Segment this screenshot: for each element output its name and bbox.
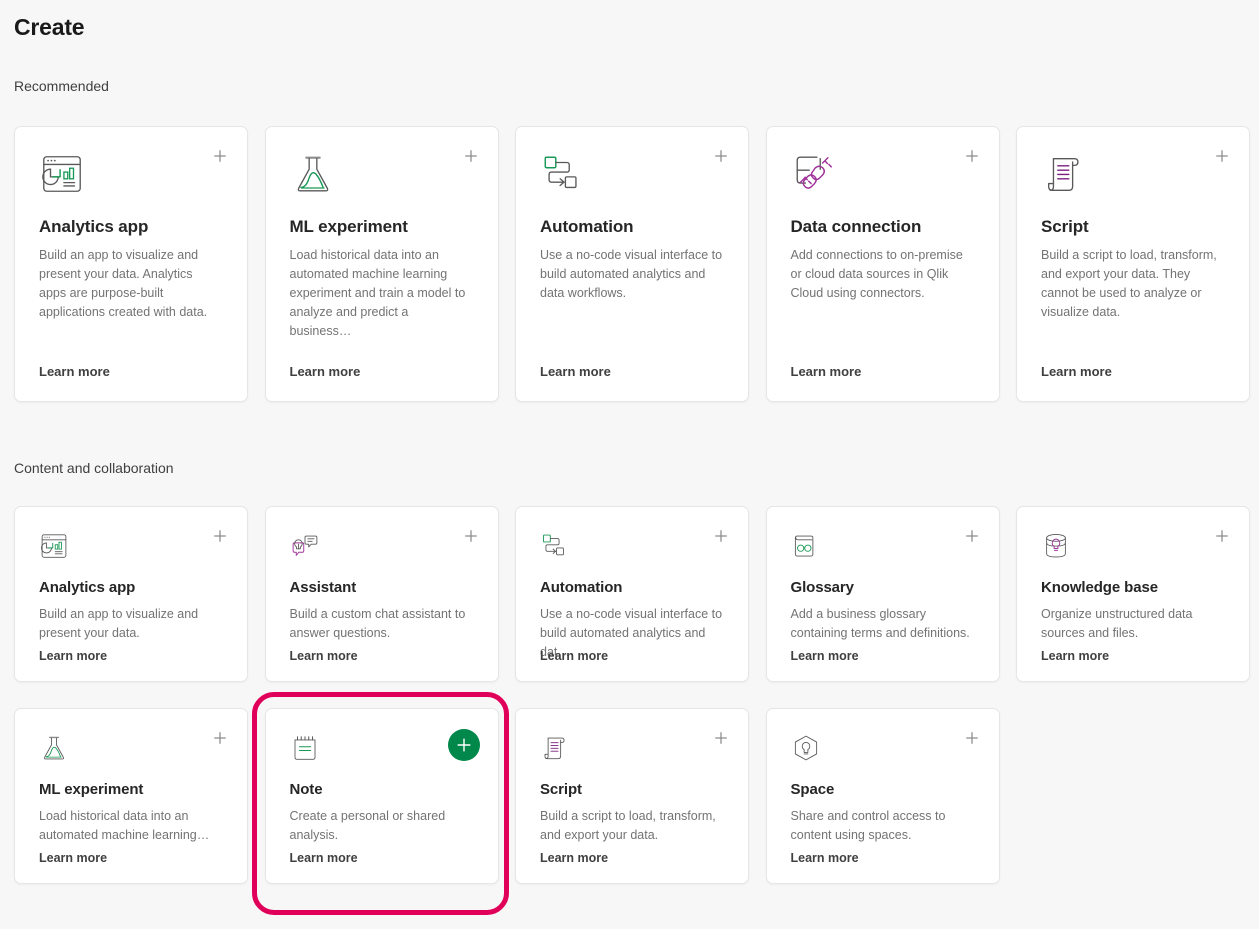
card-description: Build an app to visualize and present yo…: [39, 248, 208, 319]
card-title: Script: [1041, 217, 1089, 236]
card-description: Share and control access to content usin…: [790, 809, 946, 842]
card-grid-content-row-2: ML experiment Load historical data into a…: [14, 708, 1000, 884]
automation-icon: [540, 151, 724, 197]
add-glossary-button[interactable]: [961, 525, 983, 547]
add-data-connection-button[interactable]: [961, 145, 983, 167]
knowledge-base-icon: [1041, 531, 1225, 561]
add-analytics-app-button[interactable]: [209, 525, 231, 547]
create-card-automation[interactable]: Automation Use a no-code visual interface…: [515, 506, 749, 682]
analytics-app-icon: [39, 531, 223, 561]
card-title: Note: [289, 781, 323, 798]
learn-more-link[interactable]: Learn more: [290, 851, 358, 865]
card-title: Analytics app: [39, 579, 136, 596]
card-title: ML experiment: [39, 781, 144, 798]
create-card-script[interactable]: Script Build a script to load, transform,…: [1016, 126, 1250, 402]
create-card-ml-experiment[interactable]: ML experiment Load historical data into a…: [14, 708, 248, 884]
learn-more-link[interactable]: Learn more: [39, 851, 107, 865]
script-icon: [540, 733, 724, 763]
create-card-ml-experiment[interactable]: ML experiment Load historical data into a…: [264, 126, 499, 402]
learn-more-link[interactable]: Learn more: [540, 851, 608, 865]
data-connection-icon: [791, 151, 975, 197]
learn-more-link[interactable]: Learn more: [540, 649, 608, 663]
card-title: Space: [790, 781, 835, 798]
card-grid-recommended: Analytics app Build an app to visualize a…: [14, 126, 1250, 402]
space-icon: [791, 733, 975, 763]
add-script-button[interactable]: [1211, 145, 1233, 167]
learn-more-link[interactable]: Learn more: [791, 649, 859, 663]
create-card-assistant[interactable]: Assistant Build a custom chat assistant t…: [264, 506, 499, 682]
page-title: Create: [14, 14, 85, 40]
card-title: Knowledge base: [1041, 579, 1158, 596]
glossary-icon: [791, 531, 975, 561]
learn-more-link[interactable]: Learn more: [39, 649, 107, 663]
card-description: Create a personal or shared analysis.: [289, 809, 446, 842]
add-knowledge-base-button[interactable]: [1211, 525, 1233, 547]
card-description: Build a script to load, transform, and e…: [1041, 248, 1217, 319]
create-card-script[interactable]: Script Build a script to load, transform,…: [515, 708, 749, 884]
card-description: Add a business glossary containing terms…: [790, 607, 970, 640]
note-icon: [290, 733, 474, 763]
card-description: Build a custom chat assistant to answer …: [289, 607, 466, 640]
card-title: ML experiment: [289, 217, 408, 236]
card-description: Load historical data into an automated m…: [289, 248, 466, 338]
add-ml-experiment-button[interactable]: [460, 145, 482, 167]
card-description: Build an app to visualize and present yo…: [39, 607, 199, 640]
create-card-data-connection[interactable]: Data connection Add connections to on-pre…: [765, 126, 1000, 402]
card-title: Automation: [540, 579, 623, 596]
add-automation-button[interactable]: [710, 145, 732, 167]
card-title: Glossary: [790, 579, 855, 596]
add-space-button[interactable]: [961, 727, 983, 749]
card-description: Load historical data into an automated m…: [39, 809, 210, 842]
create-page: Create Recommended Analytics app Build an…: [0, 0, 1259, 929]
add-ml-experiment-button[interactable]: [209, 727, 231, 749]
create-card-glossary[interactable]: Glossary Add a business glossary containi…: [765, 506, 1000, 682]
create-card-automation[interactable]: Automation Use a no-code visual interface…: [515, 126, 749, 402]
learn-more-link[interactable]: Learn more: [1041, 364, 1112, 379]
learn-more-link[interactable]: Learn more: [540, 364, 611, 379]
card-description: Organize unstructured data sources and f…: [1041, 607, 1193, 640]
create-card-note[interactable]: Note Create a personal or shared analysis…: [264, 708, 499, 884]
add-automation-button[interactable]: [710, 525, 732, 547]
add-note-button[interactable]: [447, 729, 480, 761]
automation-icon: [540, 531, 724, 561]
card-description: Add connections to on-premise or cloud d…: [790, 248, 963, 300]
create-card-knowledge-base[interactable]: Knowledge base Organize unstructured data…: [1016, 506, 1250, 682]
create-card-space[interactable]: Space Share and control access to content…: [765, 708, 1000, 884]
add-assistant-button[interactable]: [460, 525, 482, 547]
card-description: Use a no-code visual interface to build …: [540, 248, 723, 300]
ml-experiment-icon: [39, 733, 223, 763]
learn-more-link[interactable]: Learn more: [791, 851, 859, 865]
analytics-app-icon: [39, 151, 223, 197]
card-title: Analytics app: [39, 217, 149, 236]
learn-more-link[interactable]: Learn more: [39, 364, 110, 379]
add-script-button[interactable]: [710, 727, 732, 749]
learn-more-link[interactable]: Learn more: [290, 649, 358, 663]
add-analytics-app-button[interactable]: [209, 145, 231, 167]
card-grid-content-row-1: Analytics app Build an app to visualize a…: [14, 506, 1250, 682]
create-card-analytics-app[interactable]: Analytics app Build an app to visualize a…: [14, 126, 248, 402]
ml-experiment-icon: [290, 151, 474, 197]
script-icon: [1041, 151, 1225, 197]
card-description: Build a script to load, transform, and e…: [540, 809, 716, 842]
section-heading-content-collaboration: Content and collaboration: [14, 460, 174, 476]
assistant-icon: [290, 531, 474, 561]
card-title: Automation: [540, 217, 634, 236]
learn-more-link[interactable]: Learn more: [791, 364, 862, 379]
create-card-analytics-app[interactable]: Analytics app Build an app to visualize a…: [14, 506, 248, 682]
card-title: Assistant: [289, 579, 357, 596]
card-title: Data connection: [790, 217, 922, 236]
learn-more-link[interactable]: Learn more: [290, 364, 361, 379]
learn-more-link[interactable]: Learn more: [1041, 649, 1109, 663]
card-title: Script: [540, 781, 582, 798]
section-heading-recommended: Recommended: [14, 78, 109, 94]
